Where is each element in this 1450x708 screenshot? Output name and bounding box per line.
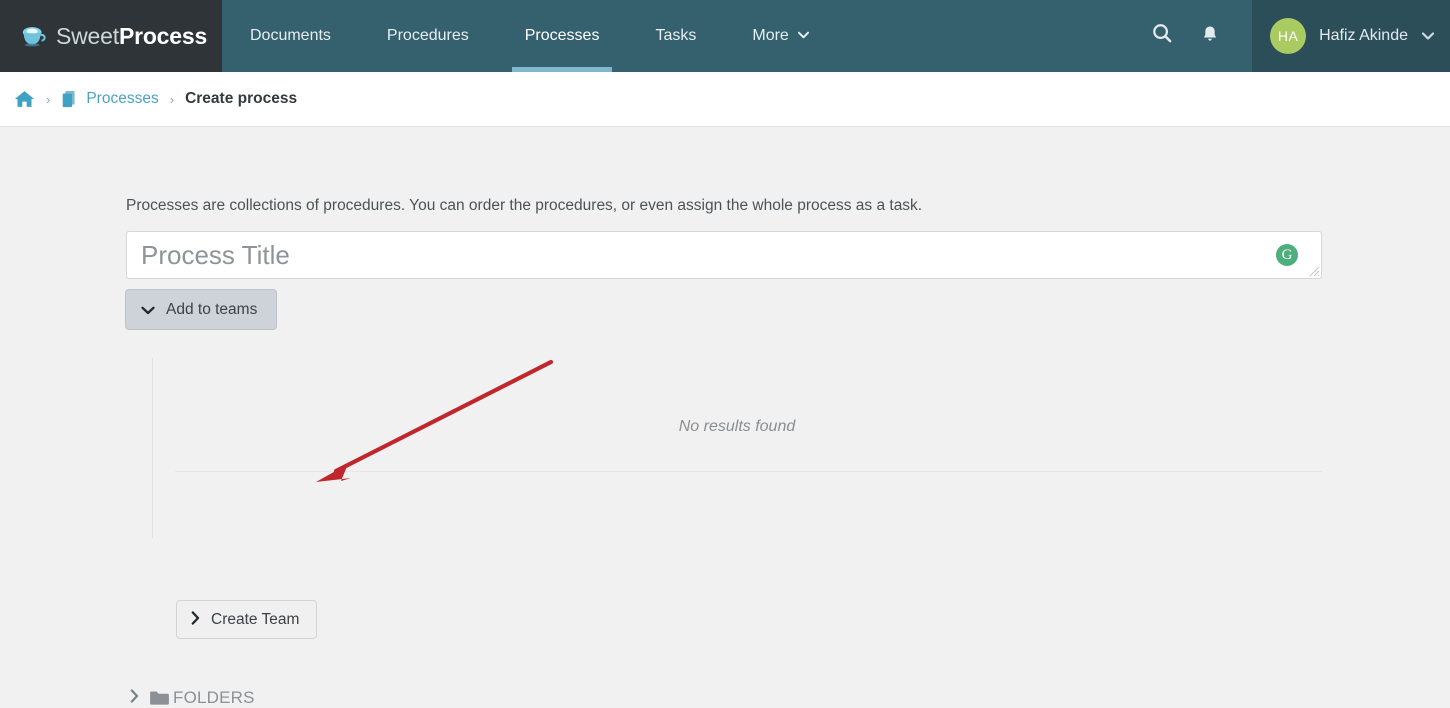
bell-icon [1200,24,1220,49]
search-button[interactable] [1138,0,1186,72]
nav-item-tasks[interactable]: Tasks [627,0,724,72]
home-icon[interactable] [14,89,35,109]
create-team-button[interactable]: Create Team [176,600,318,639]
folder-icon [149,690,170,706]
top-navigation-bar: SweetProcess Documents Procedures Proces… [0,0,1450,72]
chevron-down-icon [797,30,809,42]
user-menu[interactable]: HA Hafiz Akinde [1252,0,1450,72]
nav-label: Procedures [386,27,469,44]
avatar: HA [1270,18,1307,54]
avatar-initials: HA [1277,28,1299,44]
create-team-label: Create Team [211,610,300,628]
user-name: Hafiz Akinde [1319,27,1408,44]
nav-right-actions: HA Hafiz Akinde [1138,0,1450,72]
resize-handle[interactable] [1306,263,1320,277]
process-title-input[interactable] [126,231,1322,279]
chevron-right-icon [191,611,200,628]
teams-dropdown-panel: No results found [152,358,1322,538]
page-description: Processes are collections of procedures.… [126,197,923,214]
breadcrumb-link-processes[interactable]: Processes [86,90,158,108]
chevron-down-icon [141,302,155,318]
process-title-field-wrapper: G [126,231,1322,279]
folders-label: FOLDERS [173,688,255,707]
nav-item-more[interactable]: More [724,0,836,72]
search-icon [1151,22,1174,50]
breadcrumb-separator: › [169,91,175,107]
main-content: Processes are collections of procedures.… [0,127,1450,707]
chevron-down-icon [1421,29,1435,43]
chevron-right-icon [130,689,139,707]
nav-label: Tasks [655,27,697,44]
breadcrumb: › Processes › Create process [0,72,1450,127]
folders-section-toggle[interactable]: FOLDERS [130,688,255,708]
main-nav: Documents Procedures Processes Tasks Mor… [222,0,1138,72]
breadcrumb-current: Create process [185,90,298,107]
documents-icon [61,90,78,109]
add-to-teams-label: Add to teams [166,300,258,318]
nav-label: Documents [250,27,331,44]
grammarly-icon[interactable]: G [1276,244,1298,266]
nav-item-documents[interactable]: Documents [222,0,359,72]
add-to-teams-button[interactable]: Add to teams [125,289,278,330]
nav-label: More [752,27,789,44]
breadcrumb-separator: › [46,91,51,107]
brand-name: SweetProcess [56,22,208,49]
coffee-cup-icon [20,21,50,51]
notifications-button[interactable] [1186,0,1234,72]
brand-logo-link[interactable]: SweetProcess [0,0,222,72]
nav-label: Processes [524,27,600,44]
no-results-message: No results found [678,418,796,435]
nav-item-procedures[interactable]: Procedures [359,0,497,72]
panel-divider [175,471,1322,472]
nav-item-processes[interactable]: Processes [497,0,628,72]
